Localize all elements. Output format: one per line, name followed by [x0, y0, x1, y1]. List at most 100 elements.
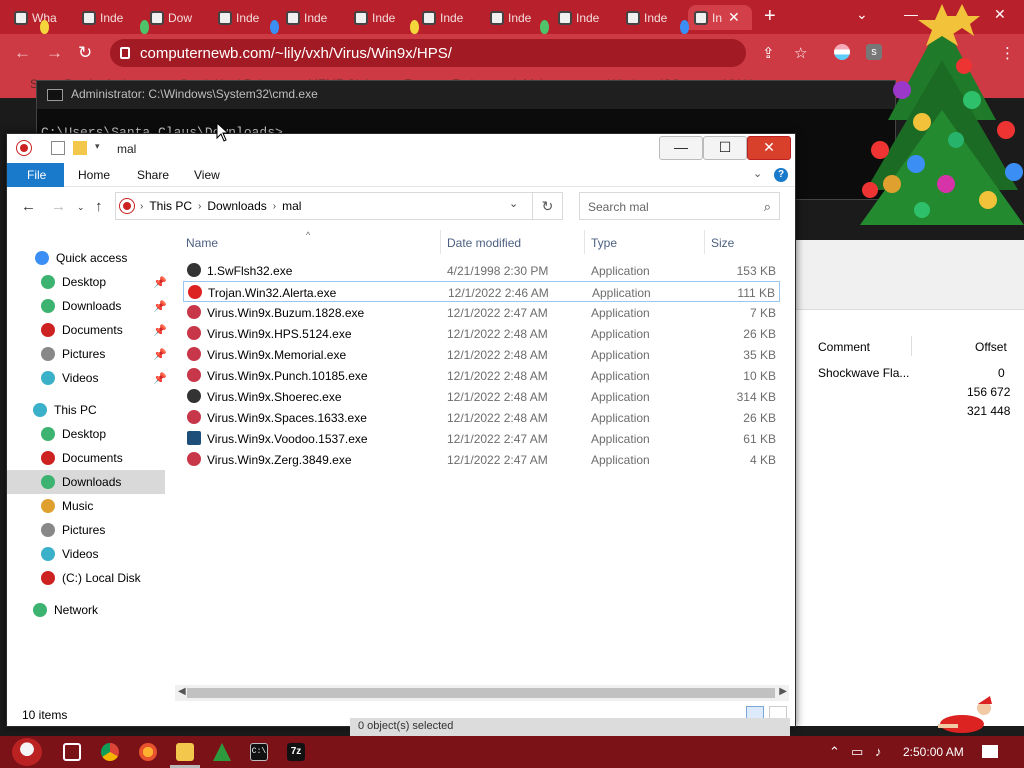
nav-pc-desktop[interactable]: Desktop [7, 422, 165, 446]
breadcrumb-mal[interactable]: mal [276, 199, 307, 213]
firefox-icon[interactable] [139, 743, 157, 761]
browser-tab[interactable]: Inde [348, 5, 412, 30]
browser-tab[interactable]: Inde [416, 5, 480, 30]
table-row[interactable]: Virus.Win9x.Voodoo.1537.exe 12/1/2022 2:4… [183, 428, 780, 449]
close-button[interactable]: ✕ [747, 136, 791, 160]
tab-file[interactable]: File [7, 163, 64, 187]
table-row[interactable]: Virus.Win9x.Spaces.1633.exe 12/1/2022 2:4… [183, 407, 780, 428]
browser-tab[interactable]: Dow [144, 5, 208, 30]
nav-pc-c-local-disk[interactable]: (C:) Local Disk [7, 566, 165, 590]
tab-view[interactable]: View [180, 163, 234, 187]
address-bar[interactable]: computernewb.com/~lily/vxh/Virus/Win9x/H… [110, 39, 746, 67]
breadcrumb-this-pc[interactable]: This PC [143, 199, 198, 213]
network-icon[interactable]: ▭ [851, 744, 863, 760]
minimize-button[interactable]: — [659, 136, 703, 160]
nav-quick-desktop[interactable]: Desktop 📌 [7, 270, 167, 294]
column-header-offset[interactable]: Offset [975, 340, 1007, 354]
chevron-up-icon[interactable]: ⌃ [829, 744, 840, 760]
column-header-date[interactable]: Date modified [447, 236, 521, 250]
nav-pc-music[interactable]: Music [7, 494, 165, 518]
share-icon[interactable]: ⇪ [762, 44, 775, 62]
nav-label: Music [62, 499, 94, 513]
properties-icon[interactable] [51, 141, 65, 155]
clock[interactable]: 2:50:00 AM [903, 745, 964, 759]
arrow-left-icon[interactable]: ← [21, 198, 36, 215]
file-type: Application [591, 453, 650, 467]
arrow-up-icon[interactable]: ↑ [95, 198, 103, 215]
star-icon[interactable]: ☆ [794, 44, 807, 62]
notification-icon[interactable] [982, 745, 998, 758]
chevron-right-icon[interactable]: ▶ [779, 686, 787, 697]
file-explorer-icon[interactable] [176, 743, 194, 761]
folder-icon[interactable] [73, 141, 87, 155]
horizontal-scrollbar[interactable]: ◀ ▶ [175, 685, 789, 701]
table-row[interactable]: Virus.Win9x.Memorial.exe 12/1/2022 2:48 A… [183, 344, 780, 365]
breadcrumb-downloads[interactable]: Downloads [201, 199, 272, 213]
scrollbar-thumb[interactable] [187, 688, 775, 698]
nav-quick-videos[interactable]: Videos 📌 [7, 366, 167, 390]
browser-tab[interactable]: Inde [76, 5, 140, 30]
volume-icon[interactable]: ♪ [875, 744, 882, 759]
file-type: Application [591, 264, 650, 278]
tab-share[interactable]: Share [123, 163, 183, 187]
arrow-right-icon[interactable]: → [51, 198, 66, 215]
7zip-icon[interactable]: 7z [287, 743, 305, 761]
chevron-down-icon[interactable]: ⌄ [77, 202, 85, 213]
table-row[interactable]: 1.SwFlsh32.exe 4/21/1998 2:30 PM Applicati… [183, 260, 780, 281]
help-icon[interactable]: ? [774, 168, 788, 182]
tab-label: Inde [440, 10, 464, 25]
chevron-down-icon[interactable]: ⌄ [753, 167, 762, 180]
table-row[interactable]: Virus.Win9x.HPS.5124.exe 12/1/2022 2:48 A… [183, 323, 780, 344]
nav-quick-downloads[interactable]: Downloads 📌 [7, 294, 167, 318]
task-view-icon[interactable] [63, 743, 81, 761]
start-button[interactable] [12, 738, 42, 766]
breadcrumb[interactable]: › This PC › Downloads › mal [115, 192, 533, 220]
file-explorer-window[interactable]: ▾ mal — ☐ ✕ File Home Share View ⌄ ? ← →… [6, 133, 796, 727]
app-icon[interactable] [17, 141, 31, 155]
table-row[interactable]: Virus.Win9x.Punch.10185.exe 12/1/2022 2:4… [183, 365, 780, 386]
column-header-type[interactable]: Type [591, 236, 617, 250]
new-tab-button[interactable]: + [764, 6, 776, 26]
cmd-icon[interactable]: C:\ [250, 743, 268, 761]
table-row[interactable]: Virus.Win9x.Zerg.3849.exe 12/1/2022 2:47 … [183, 449, 780, 470]
chevron-left-icon[interactable]: ◀ [178, 686, 186, 697]
chrome-icon[interactable] [101, 743, 119, 761]
refresh-icon[interactable]: ↻ [533, 192, 563, 220]
nav-this-pc[interactable]: This PC [7, 398, 165, 422]
table-row[interactable]: Trojan.Win32.Alerta.exe 12/1/2022 2:46 AM… [183, 281, 780, 302]
reload-icon[interactable]: ↻ [78, 43, 92, 63]
chevron-down-icon[interactable]: ▾ [95, 141, 109, 155]
browser-tab[interactable]: In ✕ [688, 5, 752, 30]
column-header-name[interactable]: Name [186, 236, 218, 250]
tree-icon[interactable] [213, 743, 231, 761]
chevron-down-icon[interactable]: ⌄ [509, 197, 518, 210]
table-row[interactable]: Virus.Win9x.Buzum.1828.exe 12/1/2022 2:47… [183, 302, 780, 323]
column-header-comment[interactable]: Comment [818, 340, 870, 354]
nav-network[interactable]: Network [7, 598, 165, 622]
nav-quick-documents[interactable]: Documents 📌 [7, 318, 167, 342]
explorer-title-bar[interactable]: ▾ mal — ☐ ✕ [7, 134, 795, 163]
tab-home[interactable]: Home [64, 163, 124, 187]
close-tab-icon[interactable]: ✕ [728, 9, 740, 26]
column-header-size[interactable]: Size [711, 236, 734, 250]
table-row[interactable]: Virus.Win9x.Shoerec.exe 12/1/2022 2:48 AM… [183, 386, 780, 407]
nav-pc-downloads[interactable]: Downloads [7, 470, 165, 494]
file-name: Virus.Win9x.Voodoo.1537.exe [207, 432, 368, 446]
search-input[interactable]: Search mal ⌕ [579, 192, 780, 220]
nav-pc-documents[interactable]: Documents [7, 446, 165, 470]
browser-tab[interactable]: Inde [620, 5, 684, 30]
nav-quick-pictures[interactable]: Pictures 📌 [7, 342, 167, 366]
arrow-right-icon[interactable]: → [46, 43, 63, 63]
browser-tab[interactable]: Inde [484, 5, 548, 30]
browser-tab[interactable]: Inde [212, 5, 276, 30]
arrow-left-icon[interactable]: ← [14, 43, 31, 63]
background-window[interactable]: Comment Offset Shockwave Fla... 0 156 67… [790, 240, 1024, 726]
column-divider [704, 230, 705, 254]
browser-tab[interactable]: Inde [552, 5, 616, 30]
nav-pc-pictures[interactable]: Pictures [7, 518, 165, 542]
nav-quick-access[interactable]: Quick access [7, 246, 165, 270]
file-name: Virus.Win9x.Buzum.1828.exe [207, 306, 365, 320]
browser-tab[interactable]: Inde [280, 5, 344, 30]
maximize-button[interactable]: ☐ [703, 136, 747, 160]
nav-pc-videos[interactable]: Videos [7, 542, 165, 566]
